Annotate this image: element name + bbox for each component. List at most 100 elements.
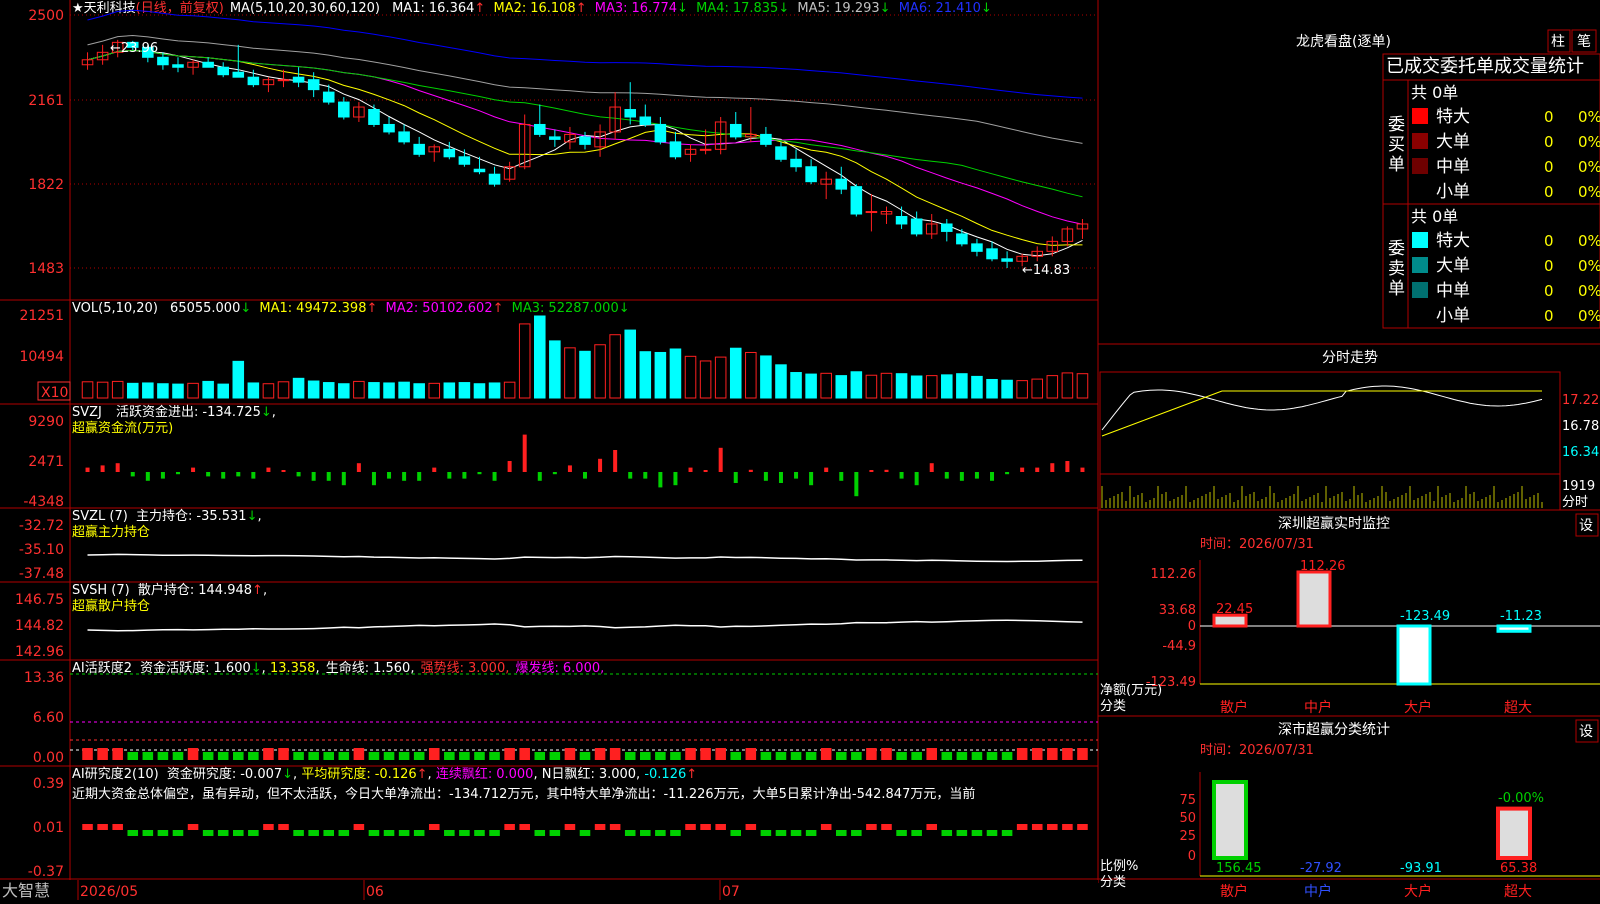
svg-text:★天利科技(日线，前复权)MA(5,10,20,30,60,: ★天利科技(日线，前复权) MA(5,10,20,30,60,120) MA1: 1… bbox=[72, 0, 992, 16]
svzj-bar bbox=[778, 472, 783, 483]
ss-title: 深市超赢分类统计 bbox=[1278, 721, 1390, 738]
ai1-bar bbox=[534, 752, 546, 760]
sz-bar-label: -123.49 bbox=[1400, 609, 1450, 624]
ai2-bar bbox=[413, 830, 425, 836]
ai1-bar bbox=[142, 752, 154, 760]
ai1-bar bbox=[112, 748, 123, 760]
svzj-bar bbox=[371, 472, 376, 486]
buy-label: 委买单 bbox=[1388, 115, 1405, 175]
sz-tick: -44.9 bbox=[1162, 639, 1196, 654]
volume-bar bbox=[639, 351, 652, 399]
ss-bar-label: -93.91 bbox=[1400, 861, 1442, 876]
ai2-bar bbox=[368, 830, 380, 836]
ma4-arrow: ↓ bbox=[778, 1, 789, 16]
volume-bar bbox=[820, 372, 832, 399]
svzj-params: SVZJ bbox=[72, 405, 102, 420]
svg-text:SVZJ 活跃资金进出:-134.725↓,: SVZJ 活跃资金进出: -134.725↓, bbox=[72, 404, 276, 420]
ai2-bar bbox=[127, 830, 139, 836]
ai1-bar bbox=[353, 748, 365, 760]
ma2-arrow: ↑ bbox=[576, 1, 587, 16]
svzj-bar bbox=[341, 472, 346, 486]
ai2-axis: 0.39 0.01 -0.37 bbox=[28, 776, 64, 880]
ai1-bar bbox=[805, 752, 817, 760]
svzj-bar bbox=[236, 472, 241, 477]
volume-bar bbox=[1001, 379, 1013, 399]
ai2-bar bbox=[97, 824, 108, 830]
candle-body bbox=[232, 71, 245, 78]
svzj-bar bbox=[552, 472, 557, 475]
candle-body bbox=[247, 76, 260, 86]
svsh-tick: 142.96 bbox=[15, 644, 64, 660]
sell-label: 委卖单 bbox=[1388, 239, 1405, 299]
sz-category-label: 大户 bbox=[1404, 699, 1432, 716]
svzj-bar bbox=[688, 467, 693, 472]
order-row-value: 0 bbox=[1544, 158, 1554, 176]
candle-body bbox=[941, 223, 953, 232]
order-row-value: 0 bbox=[1544, 257, 1554, 275]
order-row-label: 中单 bbox=[1436, 157, 1470, 177]
order-row-label: 小单 bbox=[1436, 182, 1470, 202]
month-label: 07 bbox=[722, 884, 740, 900]
volume-bar bbox=[699, 360, 712, 399]
sz-settings-label: 设 bbox=[1579, 518, 1593, 534]
ai1-bar bbox=[233, 752, 244, 760]
ai2-bar bbox=[790, 830, 802, 836]
volume-bar bbox=[202, 380, 214, 399]
volume-bar bbox=[805, 373, 817, 399]
candle-body bbox=[277, 79, 290, 82]
price-tick: 2500 bbox=[28, 8, 64, 24]
candle-body bbox=[488, 173, 501, 185]
ai2-bar bbox=[745, 824, 757, 830]
ai1-bar bbox=[881, 748, 892, 760]
ma1-label: MA1: bbox=[392, 1, 425, 16]
volume-bar bbox=[775, 364, 787, 399]
ma5-label: MA5: bbox=[797, 1, 830, 16]
svzj-bar bbox=[326, 472, 331, 481]
ai1-bar bbox=[926, 748, 937, 760]
ai2-tick: 0.01 bbox=[33, 820, 64, 836]
volume-bar bbox=[142, 382, 154, 399]
svzj-bar bbox=[1005, 472, 1010, 475]
ss-bar-label: -27.92 bbox=[1300, 861, 1342, 876]
volume-bar bbox=[684, 355, 697, 399]
svzj-bar bbox=[1050, 463, 1055, 472]
volume-bar bbox=[745, 351, 757, 399]
sz-bar-label: 112.26 bbox=[1300, 559, 1346, 574]
ai1-bar bbox=[1062, 748, 1073, 760]
high-note: ←23.96 bbox=[110, 41, 158, 56]
svzj-bar bbox=[718, 447, 723, 472]
ai2-bar bbox=[609, 824, 621, 830]
volume-bar bbox=[609, 334, 621, 399]
svg-text:AI活跃度2 资金活跃度:1.600↓, 1: AI活跃度2 资金活跃度: 1.600↓, 13.358, 生命线: 1.560, … bbox=[72, 660, 604, 676]
ai2-bar bbox=[459, 830, 470, 836]
svzj-bar bbox=[537, 472, 542, 481]
volume-bar bbox=[368, 382, 380, 399]
fenshi-tick: 17.22 bbox=[1562, 393, 1599, 408]
svzj-bar bbox=[1065, 461, 1070, 472]
candle-body bbox=[971, 243, 983, 252]
ai2-bar bbox=[564, 824, 576, 830]
candle-body bbox=[172, 64, 184, 68]
volume-bar bbox=[624, 329, 636, 399]
ai2-bar bbox=[82, 824, 93, 830]
ai2-tick: 0.39 bbox=[33, 776, 64, 792]
ai2-bars bbox=[82, 824, 1088, 836]
ai2-bar bbox=[444, 830, 455, 836]
candle-body bbox=[368, 109, 380, 125]
volume-bar bbox=[292, 377, 305, 399]
period-label: (日线，前复权) bbox=[136, 0, 224, 16]
ai2-bar bbox=[1001, 830, 1013, 836]
order-row-pct: 0% bbox=[1578, 307, 1600, 325]
svzj-bar bbox=[959, 472, 964, 481]
ai2-bar bbox=[142, 830, 154, 836]
vertical-char: 委 bbox=[1388, 239, 1405, 259]
ai2-bar bbox=[233, 830, 244, 836]
candle-body bbox=[579, 136, 591, 145]
vol-unit: X10 bbox=[41, 385, 68, 401]
ai1-bar bbox=[715, 748, 726, 760]
candle-body bbox=[338, 101, 350, 118]
order-row-value: 0 bbox=[1544, 183, 1554, 201]
svzl-arrow: ↓ bbox=[247, 509, 258, 524]
ai1-bar bbox=[851, 752, 862, 760]
candle-body bbox=[760, 133, 772, 145]
